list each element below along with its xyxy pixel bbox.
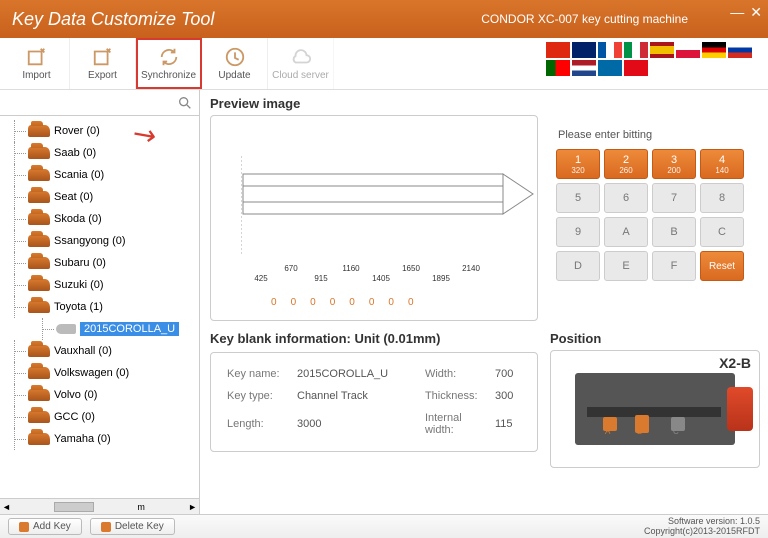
flag-uk[interactable] (572, 42, 596, 58)
car-icon (28, 389, 50, 401)
tree-item[interactable]: Vauxhall (0) (28, 340, 199, 362)
car-icon (28, 235, 50, 247)
copyright-label: Copyright(c)2013-2015RFDT (644, 527, 760, 537)
tree-item[interactable]: Subaru (0) (28, 252, 199, 274)
footer: Add Key Delete Key Software version: 1.0… (0, 514, 768, 538)
tree-item[interactable]: Toyota (1) (28, 296, 199, 318)
keypad-7[interactable]: 7 (652, 183, 696, 213)
keypad-D[interactable]: D (556, 251, 600, 281)
tree-item[interactable]: GCC (0) (28, 406, 199, 428)
tree-item[interactable]: Seat (0) (28, 186, 199, 208)
flag-de[interactable] (702, 42, 726, 58)
add-icon (19, 522, 29, 532)
car-icon (28, 125, 50, 137)
tree-item[interactable]: Suzuki (0) (28, 274, 199, 296)
update-icon (224, 46, 246, 68)
bitting-zeros: 00000000 (271, 297, 414, 308)
tree-item[interactable]: Rover (0) (28, 120, 199, 142)
keypad-F[interactable]: F (652, 251, 696, 281)
tree-item[interactable]: Volvo (0) (28, 384, 199, 406)
app-title: Key Data Customize Tool (12, 9, 214, 30)
keypad-4[interactable]: 4140 (700, 149, 744, 179)
axis-ticks: 42567091511601405165018952140 (251, 264, 517, 284)
preview-image: 42567091511601405165018952140 00000000 (210, 115, 538, 321)
keypad-3[interactable]: 3200 (652, 149, 696, 179)
car-icon (28, 279, 50, 291)
tree-item[interactable]: Volkswagen (0) (28, 362, 199, 384)
position-label: X2-B (719, 355, 751, 371)
tree-item[interactable]: Saab (0) (28, 142, 199, 164)
car-icon (28, 257, 50, 269)
flag-cn[interactable] (546, 42, 570, 58)
car-icon (28, 433, 50, 445)
sync-icon (158, 46, 180, 68)
tree-item[interactable]: Scania (0) (28, 164, 199, 186)
flag-nl[interactable] (572, 60, 596, 76)
vehicle-tree[interactable]: Rover (0)Saab (0)Scania (0)Seat (0)Skoda… (0, 116, 199, 498)
add-key-button[interactable]: Add Key (8, 518, 82, 535)
car-icon (28, 411, 50, 423)
position-heading: Position (550, 331, 760, 346)
horizontal-scrollbar[interactable]: ◄m► (0, 498, 199, 514)
key-icon (56, 324, 76, 334)
car-icon (28, 191, 50, 203)
close-icon[interactable]: ✕ (750, 4, 762, 21)
app-subtitle: CONDOR XC-007 key cutting machine (481, 12, 688, 26)
blank-info-box: Key name:2015COROLLA_U Width:700 Key typ… (210, 352, 538, 452)
keypad-1[interactable]: 1320 (556, 149, 600, 179)
tree-item[interactable]: Skoda (0) (28, 208, 199, 230)
language-flags (546, 42, 762, 76)
flag-ru[interactable] (728, 42, 752, 58)
cloud-icon (290, 46, 312, 68)
car-icon (28, 301, 50, 313)
flag-pl[interactable] (676, 42, 700, 58)
reset-button[interactable]: Reset (700, 251, 744, 281)
flag-es[interactable] (650, 42, 674, 58)
import-icon (26, 46, 48, 68)
car-icon (28, 169, 50, 181)
sidebar: Rover (0)Saab (0)Scania (0)Seat (0)Skoda… (0, 90, 200, 514)
keypad-A[interactable]: A (604, 217, 648, 247)
update-button[interactable]: Update (202, 38, 268, 89)
search-bar[interactable] (0, 90, 199, 116)
flag-se[interactable] (598, 60, 622, 76)
tree-child-item[interactable]: 2015COROLLA_U (56, 318, 199, 340)
export-icon (92, 46, 114, 68)
synchronize-button[interactable]: Synchronize (136, 38, 202, 89)
keypad-B[interactable]: B (652, 217, 696, 247)
flag-fr[interactable] (598, 42, 622, 58)
preview-heading: Preview image (210, 96, 760, 111)
keypad-2[interactable]: 2260 (604, 149, 648, 179)
key-outline-icon (241, 156, 541, 256)
keypad-9[interactable]: 9 (556, 217, 600, 247)
bitting-label: Please enter bitting (558, 129, 760, 141)
clamp-icon: A B C (575, 373, 735, 445)
export-button[interactable]: Export (70, 38, 136, 89)
car-icon (28, 213, 50, 225)
delete-icon (101, 522, 111, 532)
flag-it[interactable] (624, 42, 648, 58)
car-icon (28, 345, 50, 357)
minimize-icon[interactable]: — (730, 4, 744, 21)
toolbar: Import Export Synchronize Update Cloud s… (0, 38, 768, 90)
car-icon (28, 367, 50, 379)
keypad-5[interactable]: 5 (556, 183, 600, 213)
bitting-panel: Please enter bitting 1320226032004140 567… (550, 115, 760, 321)
keypad-6[interactable]: 6 (604, 183, 648, 213)
keypad-8[interactable]: 8 (700, 183, 744, 213)
tree-item[interactable]: Yamaha (0) (28, 428, 199, 450)
car-icon (28, 147, 50, 159)
flag-tr[interactable] (624, 60, 648, 76)
delete-key-button[interactable]: Delete Key (90, 518, 175, 535)
search-icon (177, 95, 193, 111)
title-bar: Key Data Customize Tool CONDOR XC-007 ke… (0, 0, 768, 38)
blank-heading: Key blank information: Unit (0.01mm) (210, 331, 538, 346)
tree-item[interactable]: Ssangyong (0) (28, 230, 199, 252)
cloud-button[interactable]: Cloud server (268, 38, 334, 89)
position-box: X2-B A B C (550, 350, 760, 468)
keypad-C[interactable]: C (700, 217, 744, 247)
keypad-E[interactable]: E (604, 251, 648, 281)
flag-pt[interactable] (546, 60, 570, 76)
import-button[interactable]: Import (4, 38, 70, 89)
